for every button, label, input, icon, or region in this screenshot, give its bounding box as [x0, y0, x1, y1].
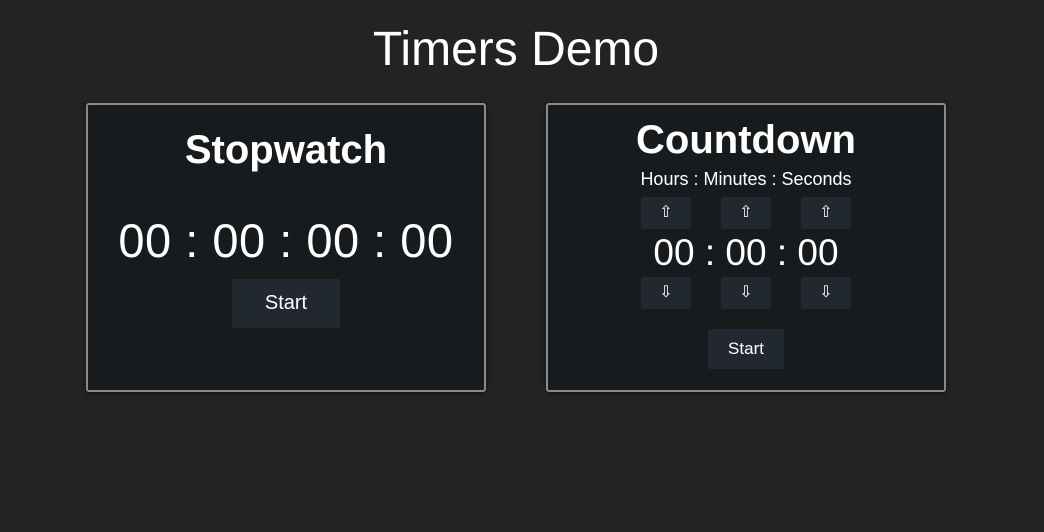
minutes-increment-button[interactable]: ⇧ [721, 197, 771, 229]
seconds-decrement-button[interactable]: ⇩ [801, 277, 851, 309]
stopwatch-title: Stopwatch [184, 128, 388, 172]
minutes-decrement-button[interactable]: ⇩ [721, 277, 771, 309]
page-title: Timers Demo [372, 23, 660, 76]
countdown-title: Countdown [636, 118, 856, 162]
stopwatch-display: 00 : 00 : 00 : 00 [118, 214, 454, 267]
countdown-start-button[interactable]: Start [708, 329, 784, 369]
seconds-increment-button[interactable]: ⇧ [801, 197, 851, 229]
countdown-subtitle: Hours : Minutes : Seconds [640, 169, 852, 189]
hours-increment-button[interactable]: ⇧ [641, 197, 691, 229]
hours-decrement-button[interactable]: ⇩ [641, 277, 691, 309]
arrow-up-icon: ⇧ [819, 204, 833, 221]
countdown-card: Countdown Hours : Minutes : Seconds ⇧ ⇧ … [546, 103, 946, 392]
stopwatch-card: Stopwatch 00 : 00 : 00 : 00 Start [86, 103, 486, 392]
stopwatch-start-button[interactable]: Start [232, 279, 340, 328]
arrow-down-icon: ⇩ [659, 284, 673, 301]
arrow-up-icon: ⇧ [739, 204, 753, 221]
countdown-display: 00 : 00 : 00 [653, 232, 839, 273]
arrow-down-icon: ⇩ [739, 284, 753, 301]
arrow-up-icon: ⇧ [659, 204, 673, 221]
arrow-down-icon: ⇩ [819, 284, 833, 301]
